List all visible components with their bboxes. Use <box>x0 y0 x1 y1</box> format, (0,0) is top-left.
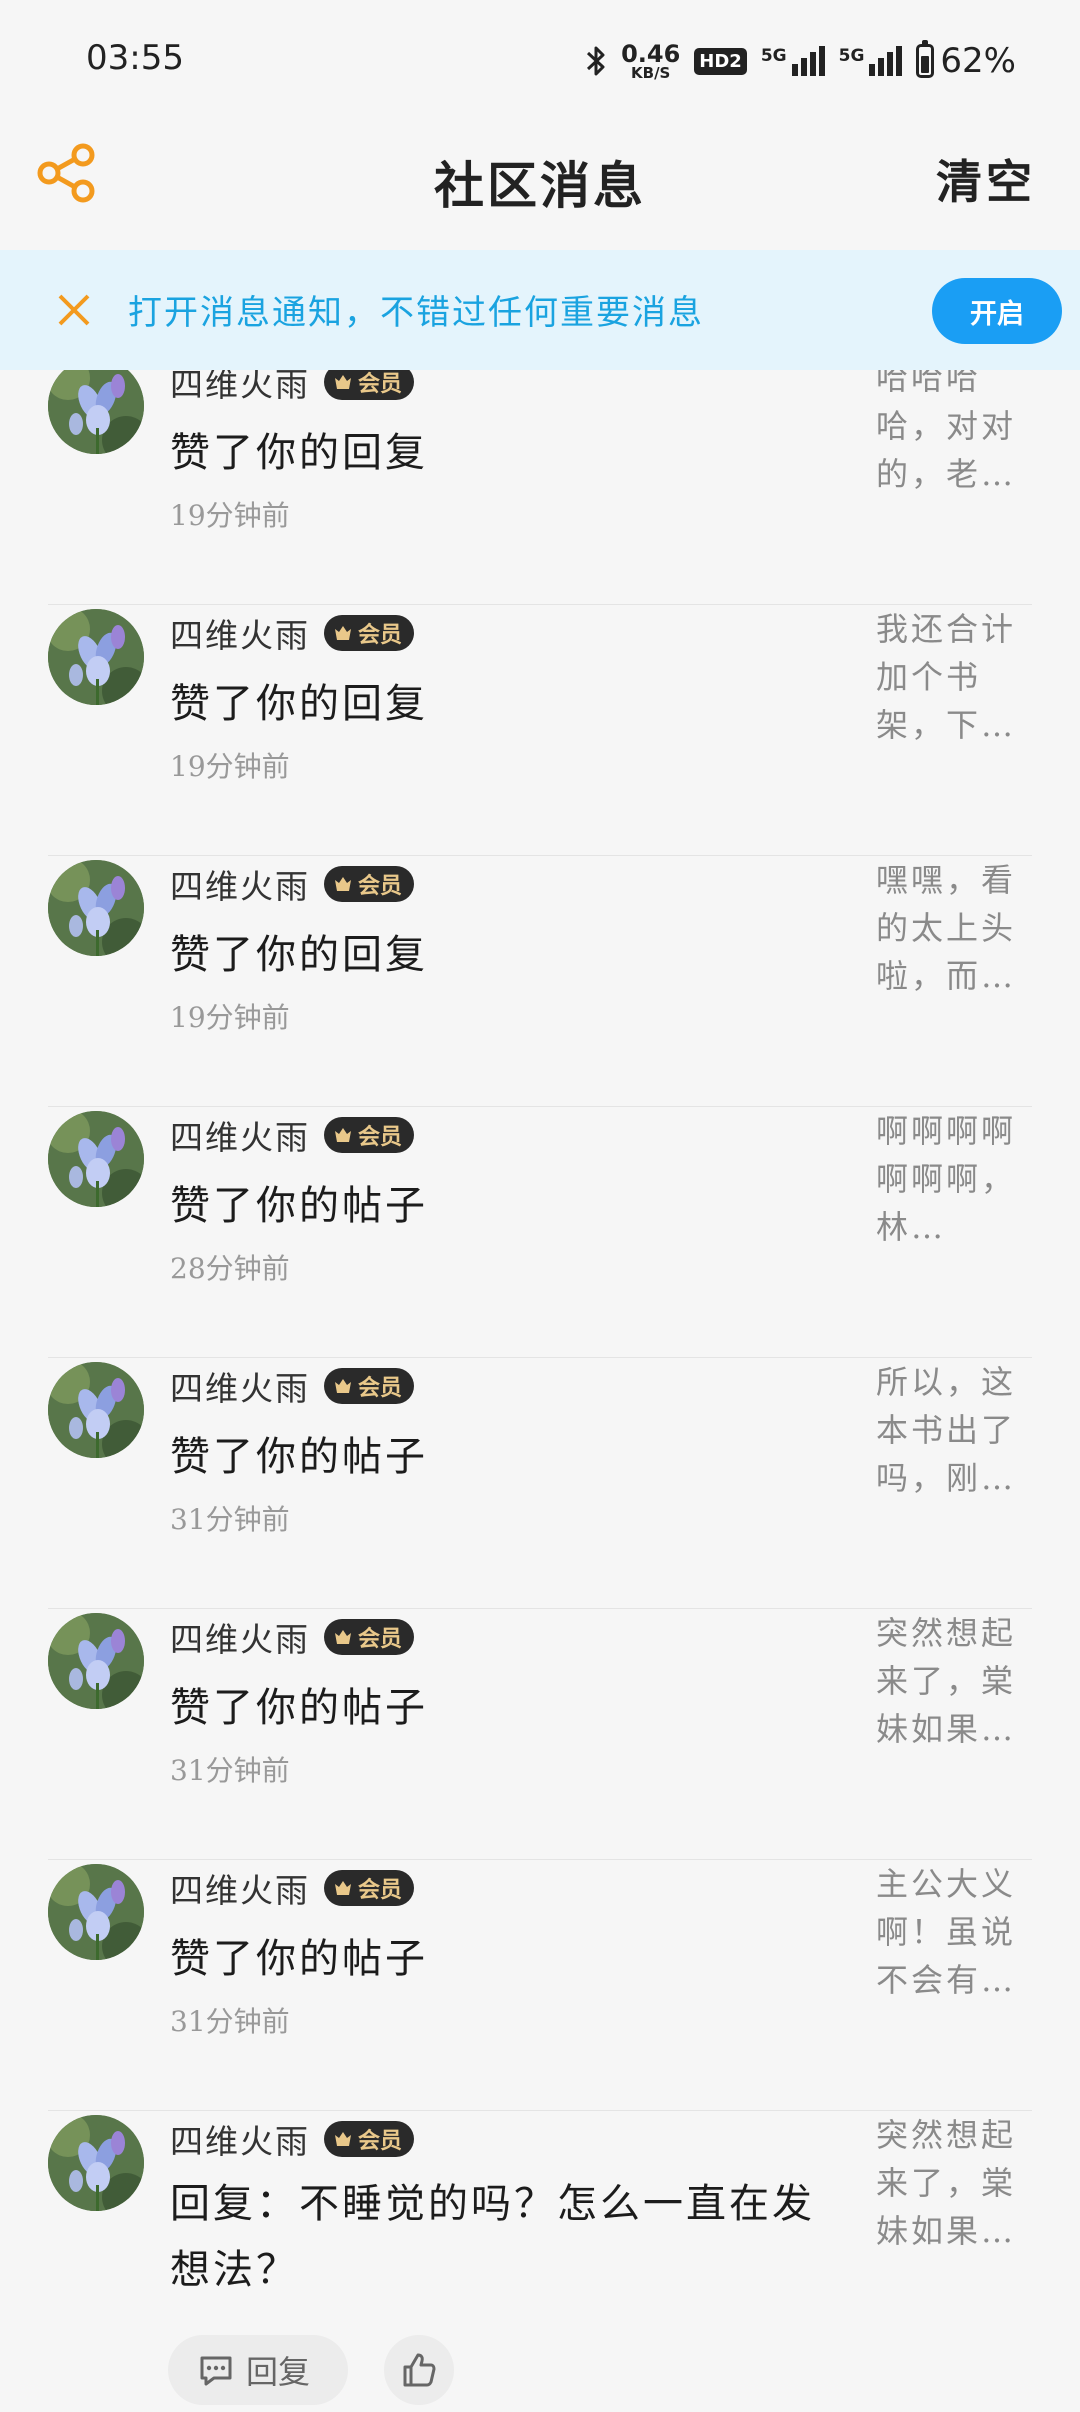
action-text: 赞了你的帖子 <box>170 1183 428 1229</box>
username[interactable]: 四维火雨 <box>170 1864 310 1912</box>
comment-icon <box>200 2356 232 2386</box>
status-bar: 03:55 0.46 KB/S HD2 5G 5G 62% <box>0 0 1080 120</box>
user-row: 四维火雨 会员 <box>170 370 415 404</box>
timestamp: 31分钟前 <box>170 1503 290 1536</box>
member-badge: 会员 <box>324 1368 415 1404</box>
status-icons: 0.46 KB/S HD2 5G 5G 62% <box>585 36 1016 86</box>
content-preview[interactable]: 突然想起来了，棠妹如果… <box>876 2111 1026 2255</box>
content-preview[interactable]: 我还合计加个书架，下… <box>876 605 1026 749</box>
signal-icon-2: 5G <box>839 46 903 76</box>
content-preview[interactable]: 突然想起来了，棠妹如果… <box>876 1609 1026 1753</box>
message-item[interactable]: 四维火雨 会员 赞了你的回复 19分钟前 嘿嘿，看的太上头啦，而… <box>0 856 1080 1107</box>
avatar[interactable] <box>48 1613 144 1709</box>
content-preview[interactable]: 哈哈哈哈，对对的，老… <box>876 370 1026 498</box>
member-badge: 会员 <box>324 866 415 902</box>
action-text: 回复：不睡觉的吗？怎么一直在发想法？ <box>170 2181 815 2293</box>
net-speed: 0.46 KB/S <box>621 39 681 82</box>
action-text: 赞了你的帖子 <box>170 1434 428 1480</box>
member-badge: 会员 <box>324 615 415 651</box>
timestamp: 28分钟前 <box>170 1252 290 1285</box>
crown-icon <box>335 1630 351 1644</box>
action-text: 赞了你的回复 <box>170 681 428 727</box>
content-preview[interactable]: 主公大义啊！虽说不会有… <box>876 1860 1026 2004</box>
timestamp: 19分钟前 <box>170 1001 290 1034</box>
timestamp: 31分钟前 <box>170 2005 290 2038</box>
message-item[interactable]: 四维火雨 会员 赞了你的帖子 31分钟前 所以，这本书出了吗，刚… <box>0 1358 1080 1609</box>
username[interactable]: 四维火雨 <box>170 1362 310 1410</box>
username[interactable]: 四维火雨 <box>170 1613 310 1661</box>
timestamp: 19分钟前 <box>170 499 290 532</box>
crown-icon <box>335 375 351 389</box>
avatar[interactable] <box>48 370 144 454</box>
status-time: 03:55 <box>86 38 184 78</box>
timestamp: 19分钟前 <box>170 750 290 783</box>
battery-icon <box>916 40 935 78</box>
hd-icon: HD2 <box>694 47 747 75</box>
message-item[interactable]: 四维火雨 会员 赞了你的帖子 31分钟前 突然想起来了，棠妹如果… <box>0 1609 1080 1860</box>
content-preview[interactable]: 所以，这本书出了吗，刚… <box>876 1358 1026 1502</box>
user-row: 四维火雨 会员 <box>170 2119 415 2161</box>
user-row: 四维火雨 会员 <box>170 613 415 655</box>
crown-icon <box>335 1128 351 1142</box>
user-row: 四维火雨 会员 <box>170 1366 415 1408</box>
notification-banner: 打开消息通知，不错过任何重要消息 开启 <box>0 250 1080 370</box>
action-text: 赞了你的回复 <box>170 430 428 476</box>
timestamp: 31分钟前 <box>170 1754 290 1787</box>
signal-icon-1: 5G <box>761 46 825 76</box>
banner-text: 打开消息通知，不错过任何重要消息 <box>128 293 704 333</box>
crown-icon <box>335 626 351 640</box>
crown-icon <box>335 877 351 891</box>
username[interactable]: 四维火雨 <box>170 370 310 406</box>
message-item[interactable]: 四维火雨 会员 赞了你的回复 19分钟前 哈哈哈哈，对对的，老… <box>0 370 1080 605</box>
username[interactable]: 四维火雨 <box>170 860 310 908</box>
avatar[interactable] <box>48 1362 144 1458</box>
member-badge: 会员 <box>324 1870 415 1906</box>
crown-icon <box>335 1379 351 1393</box>
member-badge: 会员 <box>324 1619 415 1655</box>
action-text: 赞了你的帖子 <box>170 1685 428 1731</box>
app-header: 社区消息 清空 <box>0 120 1080 250</box>
user-row: 四维火雨 会员 <box>170 1617 415 1659</box>
avatar[interactable] <box>48 609 144 705</box>
username[interactable]: 四维火雨 <box>170 1111 310 1159</box>
member-badge: 会员 <box>324 1117 415 1153</box>
crown-icon <box>335 2132 351 2146</box>
username[interactable]: 四维火雨 <box>170 2115 310 2163</box>
member-badge: 会员 <box>324 2121 415 2157</box>
user-row: 四维火雨 会员 <box>170 1868 415 1910</box>
user-row: 四维火雨 会员 <box>170 1115 415 1157</box>
reply-button[interactable]: 回复 <box>168 2335 348 2405</box>
content-preview[interactable]: 嘿嘿，看的太上头啦，而… <box>876 856 1026 1000</box>
avatar[interactable] <box>48 860 144 956</box>
avatar[interactable] <box>48 1111 144 1207</box>
username[interactable]: 四维火雨 <box>170 609 310 657</box>
crown-icon <box>335 1881 351 1895</box>
action-text: 赞了你的帖子 <box>170 1936 428 1982</box>
avatar[interactable] <box>48 2115 144 2211</box>
message-item[interactable]: 四维火雨 会员 赞了你的回复 19分钟前 我还合计加个书架，下… <box>0 605 1080 856</box>
user-row: 四维火雨 会员 <box>170 864 415 906</box>
member-badge: 会员 <box>324 370 415 400</box>
clear-button[interactable]: 清空 <box>936 146 1036 212</box>
message-item[interactable]: 四维火雨 会员 赞了你的帖子 28分钟前 啊啊啊啊啊啊啊，林… <box>0 1107 1080 1358</box>
close-icon[interactable] <box>54 290 94 330</box>
message-item[interactable]: 四维火雨 会员 回复：不睡觉的吗？怎么一直在发想法？ 突然想起来了，棠妹如果… … <box>0 2111 1080 2405</box>
bluetooth-icon <box>587 46 605 76</box>
avatar[interactable] <box>48 1864 144 1960</box>
thumbs-up-icon <box>403 2353 436 2387</box>
message-list[interactable]: 四维火雨 会员 赞了你的回复 19分钟前 哈哈哈哈，对对的，老… 四维火雨 会员… <box>0 370 1080 2412</box>
battery-indicator: 62% <box>916 40 1016 81</box>
action-text: 赞了你的回复 <box>170 932 428 978</box>
page-title: 社区消息 <box>434 156 646 215</box>
content-preview[interactable]: 啊啊啊啊啊啊啊，林… <box>876 1107 1026 1251</box>
message-item[interactable]: 四维火雨 会员 赞了你的帖子 31分钟前 主公大义啊！虽说不会有… <box>0 1860 1080 2111</box>
like-button[interactable] <box>384 2335 454 2405</box>
enable-notifications-button[interactable]: 开启 <box>932 278 1062 344</box>
